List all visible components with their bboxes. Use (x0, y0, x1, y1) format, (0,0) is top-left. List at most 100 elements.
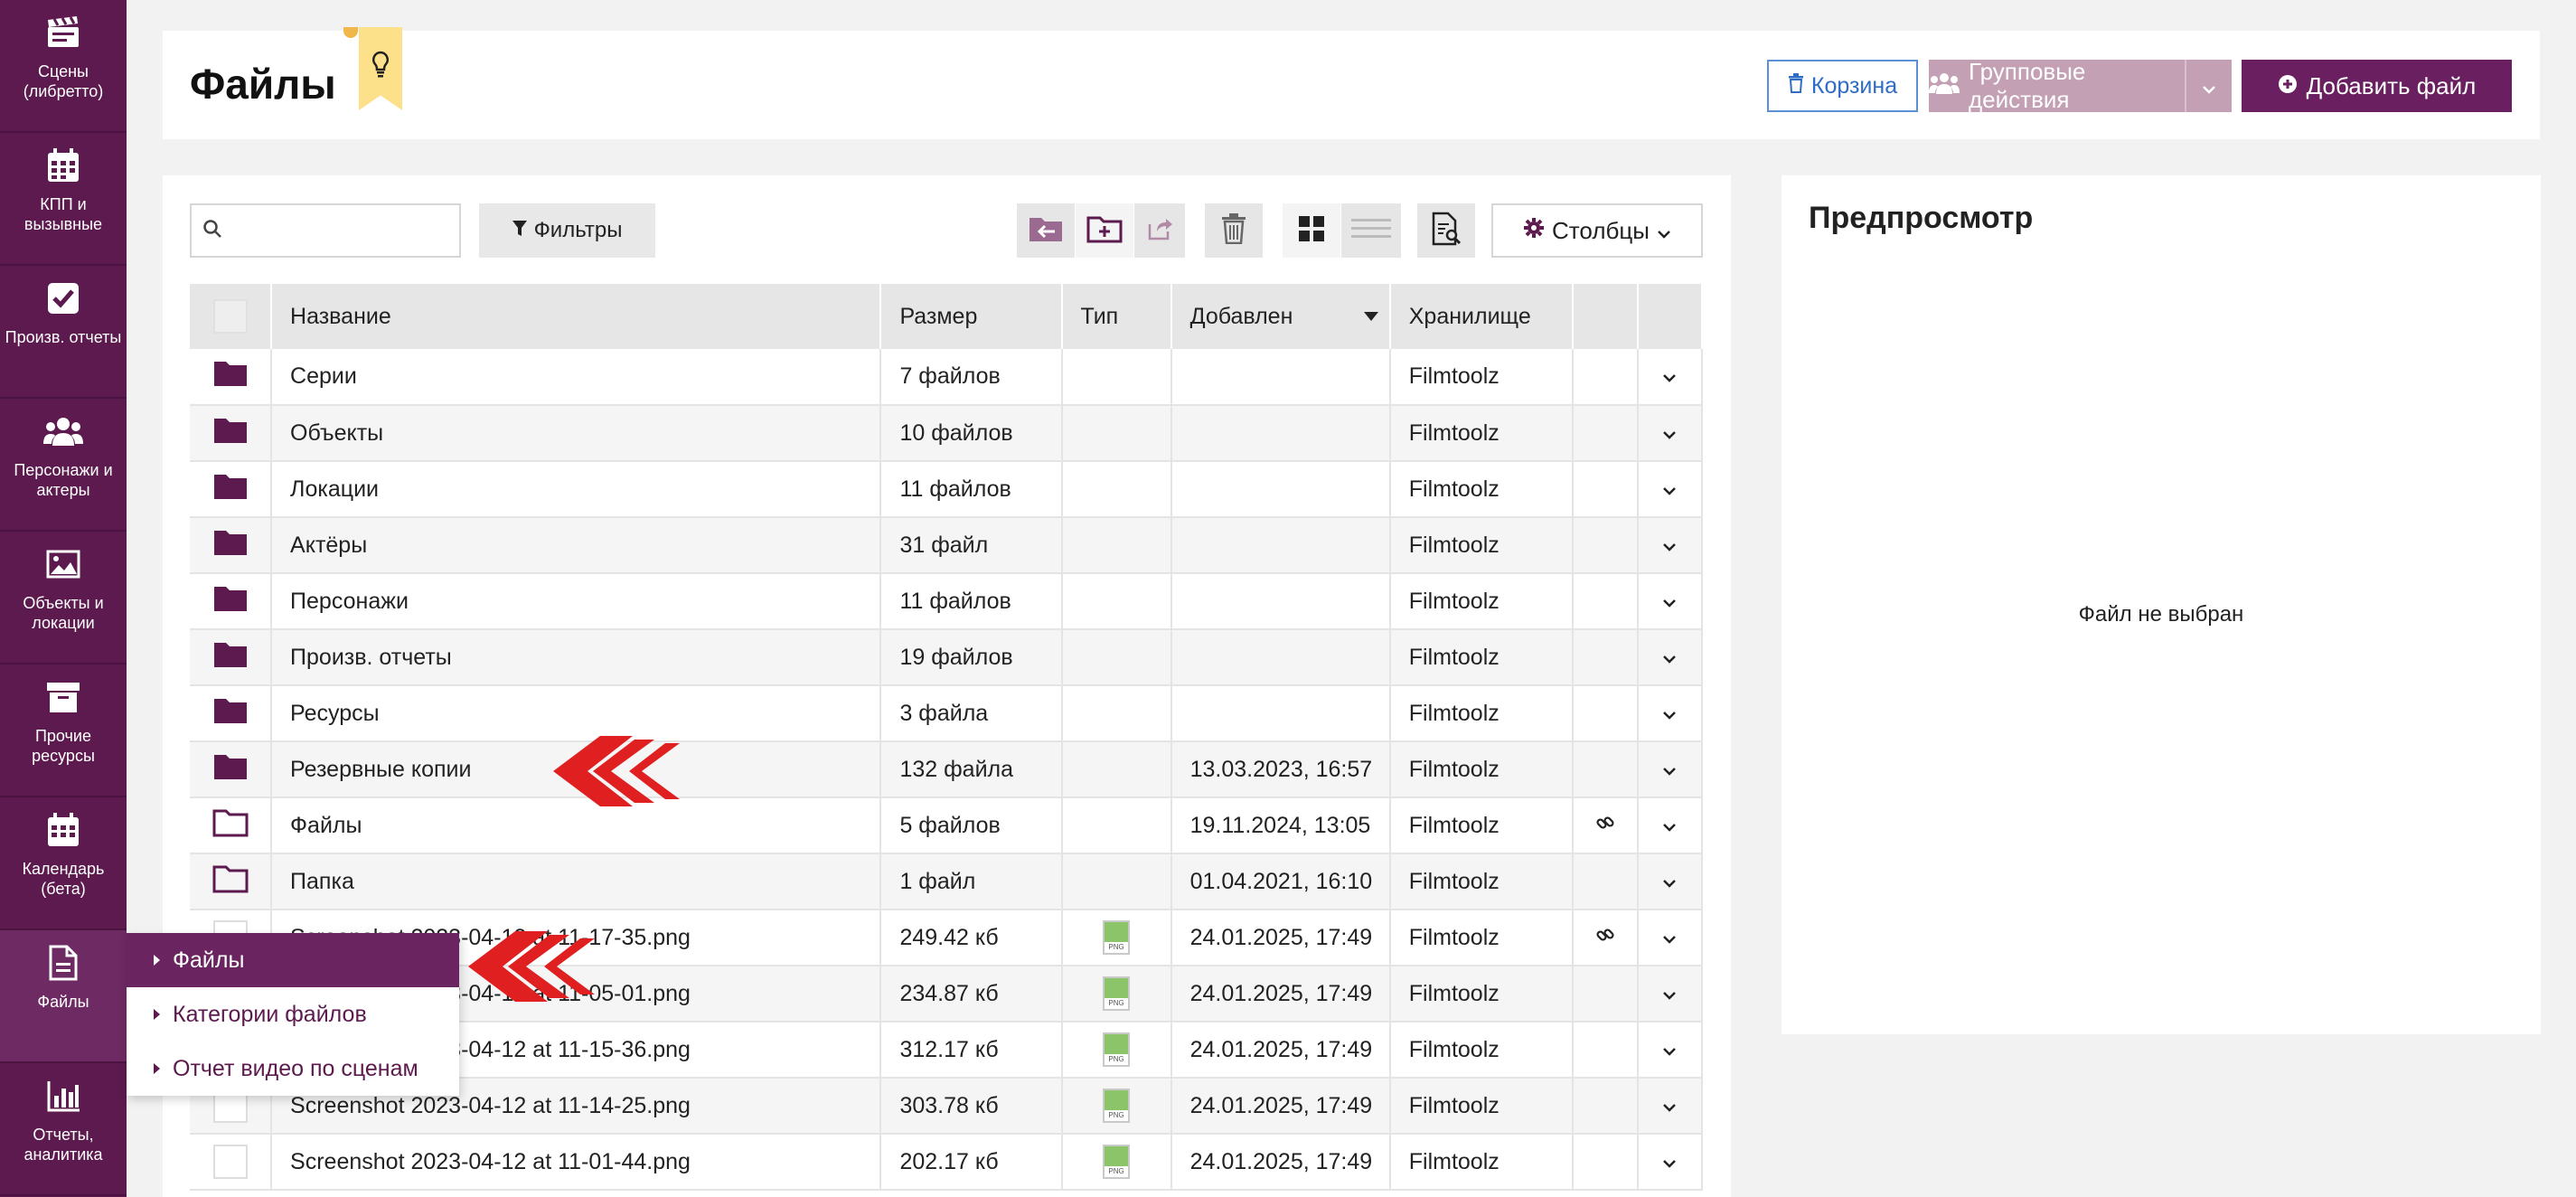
cell-name[interactable]: Актёры (271, 517, 882, 574)
chevron-down-icon[interactable] (1661, 1149, 1678, 1174)
chevron-down-icon[interactable] (1661, 925, 1678, 950)
cell-actions[interactable] (1637, 853, 1704, 910)
chevron-down-icon[interactable] (1661, 476, 1678, 502)
cell-actions[interactable] (1637, 517, 1704, 574)
new-folder-button[interactable] (1076, 203, 1133, 258)
row-icon-cell[interactable] (190, 797, 273, 854)
column-header-size[interactable]: Размер (880, 284, 1063, 349)
sidebar-item-scenes[interactable]: Сцены (либретто) (0, 0, 127, 133)
cell-name[interactable]: Ресурсы (271, 685, 882, 742)
table-row[interactable]: Серии 7 файлов Filmtoolz (190, 349, 1704, 406)
submenu-item-files[interactable]: Файлы (127, 933, 459, 987)
cell-actions[interactable] (1637, 629, 1704, 686)
cell-link[interactable] (1572, 797, 1639, 854)
cell-name[interactable]: Папка (271, 853, 882, 910)
chevron-down-icon[interactable] (1661, 363, 1678, 389)
link-icon[interactable] (1595, 925, 1615, 950)
cell-actions[interactable] (1637, 1022, 1704, 1079)
submenu-item-video-report[interactable]: Отчет видео по сценам (127, 1041, 459, 1096)
table-row[interactable]: Ресурсы 3 файла Filmtoolz (190, 685, 1704, 742)
row-checkbox[interactable] (212, 1145, 248, 1179)
row-icon-cell[interactable] (190, 349, 273, 406)
row-icon-cell[interactable] (190, 741, 273, 798)
row-icon-cell[interactable] (190, 853, 273, 910)
row-icon-cell[interactable] (190, 405, 273, 462)
trash-button[interactable]: Корзина (1767, 60, 1918, 112)
cell-actions[interactable] (1637, 685, 1704, 742)
cell-name[interactable]: Персонажи (271, 573, 882, 630)
submenu-item-file-categories[interactable]: Категории файлов (127, 987, 459, 1041)
chevron-down-icon[interactable] (1661, 420, 1678, 446)
column-header-storage[interactable]: Хранилище (1389, 284, 1574, 349)
search-box[interactable] (190, 203, 461, 258)
cell-name[interactable]: Screenshot 2023-04-12 at 11-01-44.png (271, 1134, 882, 1191)
table-row[interactable]: Произв. отчеты 19 файлов Filmtoolz (190, 629, 1704, 686)
chevron-down-icon[interactable] (1661, 1093, 1678, 1118)
table-row[interactable]: Файлы 5 файлов 19.11.2024, 13:05 Filmtoolz (190, 797, 1704, 854)
row-icon-cell[interactable] (190, 517, 273, 574)
row-icon-cell[interactable] (190, 573, 273, 630)
table-row[interactable]: Screenshot 2023-04-12 at 11-01-44.png 202… (190, 1134, 1704, 1191)
cell-actions[interactable] (1637, 461, 1704, 518)
table-row[interactable]: Актёры 31 файл Filmtoolz (190, 517, 1704, 574)
table-row[interactable]: Резервные копии 132 файла 13.03.2023, 16:5… (190, 741, 1704, 798)
row-icon-cell[interactable] (190, 461, 273, 518)
delete-button[interactable] (1205, 203, 1263, 258)
select-all-checkbox[interactable] (212, 299, 248, 334)
chevron-down-icon[interactable] (1661, 589, 1678, 614)
grid-view-button[interactable] (1283, 203, 1340, 258)
row-icon-cell[interactable] (190, 629, 273, 686)
row-icon-cell[interactable] (190, 1134, 273, 1191)
column-header-type[interactable]: Тип (1061, 284, 1172, 349)
sidebar-item-analytics[interactable]: Отчеты, аналитика (0, 1063, 127, 1196)
cell-name[interactable]: Произв. отчеты (271, 629, 882, 686)
cell-link[interactable] (1572, 910, 1639, 966)
move-up-folder-button[interactable] (1017, 203, 1075, 258)
add-file-button[interactable]: Добавить файл (2242, 60, 2512, 112)
cell-actions[interactable] (1637, 573, 1704, 630)
sidebar-item-objects[interactable]: Объекты и локации (0, 532, 127, 664)
cell-actions[interactable] (1637, 966, 1704, 1023)
row-icon-cell[interactable] (190, 685, 273, 742)
chevron-down-icon[interactable] (1661, 533, 1678, 558)
search-input[interactable] (231, 219, 448, 242)
sidebar-item-calendar[interactable]: Календарь (бета) (0, 797, 127, 930)
column-header-added[interactable]: Добавлен (1170, 284, 1391, 349)
share-button[interactable] (1134, 203, 1185, 258)
tip-bookmark[interactable] (359, 27, 402, 110)
column-header-name[interactable]: Название (271, 284, 882, 349)
cell-name[interactable]: Объекты (271, 405, 882, 462)
cell-actions[interactable] (1637, 797, 1704, 854)
columns-button[interactable]: Столбцы (1491, 203, 1703, 258)
preview-toggle-button[interactable] (1417, 203, 1475, 258)
chevron-down-icon[interactable] (1661, 869, 1678, 894)
sidebar-item-kpp[interactable]: КПП и вызывные (0, 133, 127, 266)
group-actions-button[interactable]: Групповые действия (1929, 58, 2232, 113)
cell-actions[interactable] (1637, 741, 1704, 798)
table-row[interactable]: Папка 1 файл 01.04.2021, 16:10 Filmtoolz (190, 853, 1704, 910)
chevron-down-icon[interactable] (1661, 1037, 1678, 1062)
cell-actions[interactable] (1637, 910, 1704, 966)
sidebar-item-resources[interactable]: Прочие ресурсы (0, 664, 127, 797)
table-row[interactable]: Локации 11 файлов Filmtoolz (190, 461, 1704, 518)
cell-name[interactable]: Серии (271, 349, 882, 406)
chevron-down-icon[interactable] (1661, 645, 1678, 670)
cell-actions[interactable] (1637, 349, 1704, 406)
cell-actions[interactable] (1637, 1078, 1704, 1135)
filters-button[interactable]: Фильтры (479, 203, 655, 258)
list-view-button[interactable] (1341, 203, 1401, 258)
chevron-down-icon[interactable] (1661, 813, 1678, 838)
chevron-down-icon[interactable] (1661, 757, 1678, 782)
sidebar-item-reports[interactable]: Произв. отчеты (0, 266, 127, 399)
cell-name[interactable]: Локации (271, 461, 882, 518)
chevron-down-icon[interactable] (1661, 701, 1678, 726)
chevron-down-icon[interactable] (1661, 981, 1678, 1006)
sidebar-item-characters[interactable]: Персонажи и актеры (0, 399, 127, 532)
link-icon[interactable] (1595, 813, 1615, 838)
sidebar-item-files[interactable]: Файлы (0, 930, 127, 1063)
table-row[interactable]: Объекты 10 файлов Filmtoolz (190, 405, 1704, 462)
group-actions-dropdown[interactable] (2186, 60, 2232, 112)
cell-actions[interactable] (1637, 405, 1704, 462)
table-row[interactable]: Персонажи 11 файлов Filmtoolz (190, 573, 1704, 630)
group-actions-main[interactable]: Групповые действия (1929, 58, 2186, 113)
